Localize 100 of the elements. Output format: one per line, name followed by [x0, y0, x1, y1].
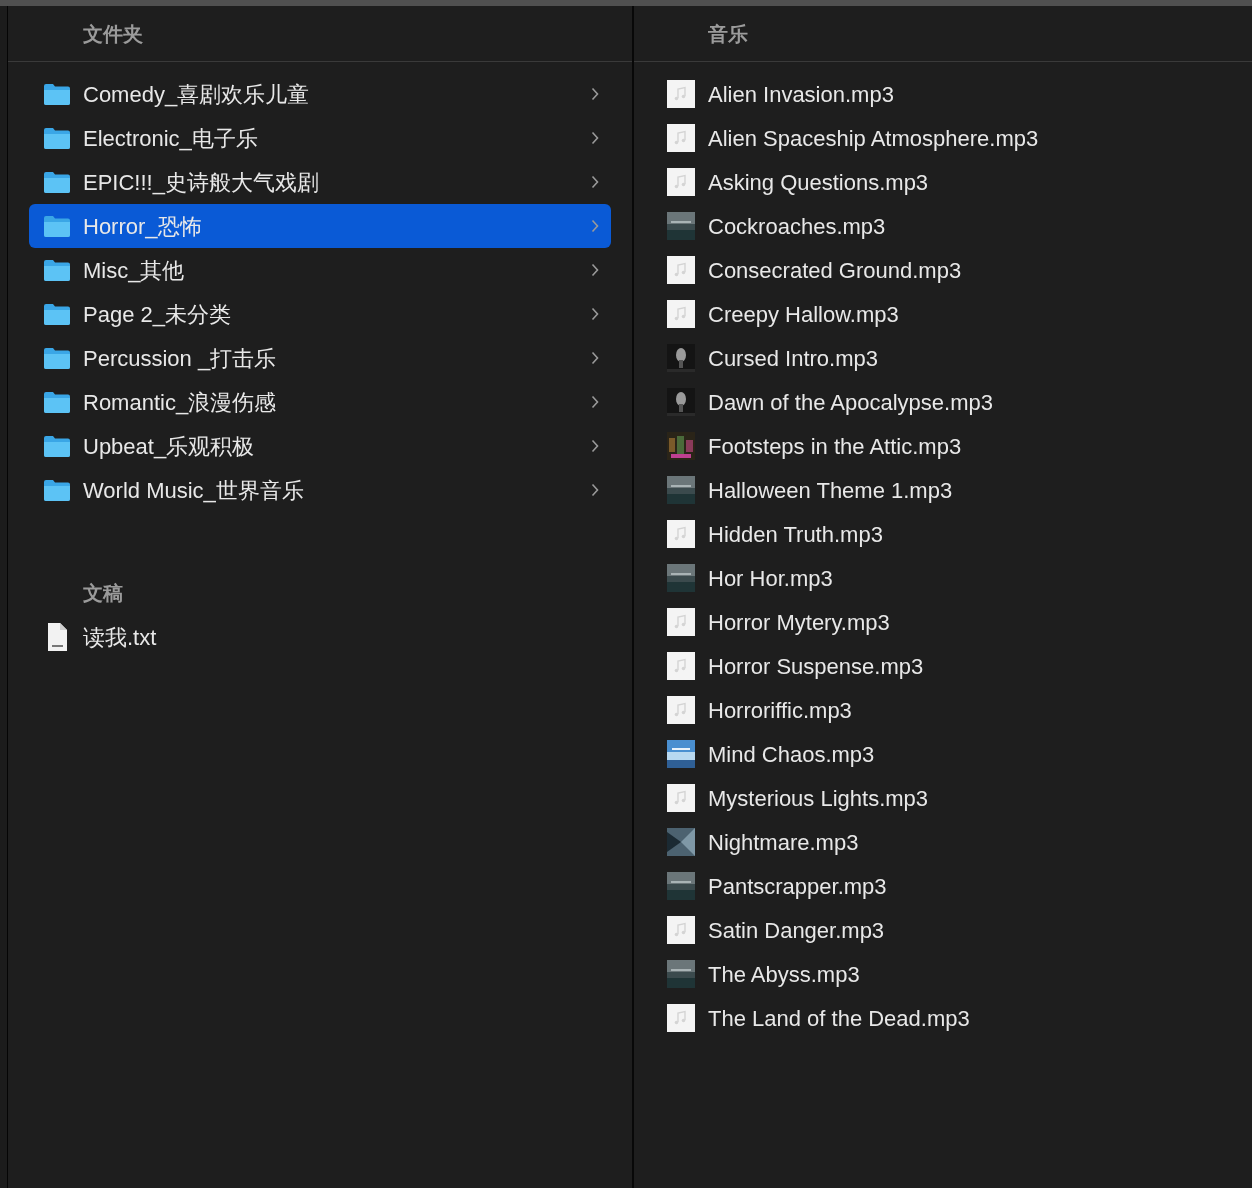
file-name: Asking Questions.mp3 — [708, 168, 929, 197]
folder-row[interactable]: Comedy_喜剧欢乐儿童 — [29, 72, 611, 116]
file-name: Hor Hor.mp3 — [708, 564, 833, 593]
file-row[interactable]: Consecrated Ground.mp3 — [634, 248, 1252, 292]
folder-icon — [43, 258, 71, 282]
file-row[interactable]: Hidden Truth.mp3 — [634, 512, 1252, 556]
folder-row[interactable]: Romantic_浪漫伤感 — [29, 380, 611, 424]
file-name: Mind Chaos.mp3 — [708, 740, 875, 769]
chevron-right-icon — [591, 87, 599, 101]
file-name: Alien Invasion.mp3 — [708, 80, 894, 109]
file-row[interactable]: Alien Spaceship Atmosphere.mp3 — [634, 116, 1252, 160]
chevron-right-icon — [591, 439, 599, 453]
file-name: Horror Suspense.mp3 — [708, 652, 924, 681]
music-file-icon — [667, 608, 695, 636]
file-row[interactable]: Halloween Theme 1.mp3 — [634, 468, 1252, 512]
chevron-right-icon — [591, 395, 599, 409]
item-name: Upbeat_乐观积极 — [83, 432, 256, 461]
folder-icon — [43, 346, 71, 370]
item-name: World Music_世界音乐 — [83, 476, 305, 505]
chevron-right-icon — [591, 175, 599, 189]
file-row[interactable]: Mind Chaos.mp3 — [634, 732, 1252, 776]
file-row[interactable]: Cockroaches.mp3 — [634, 204, 1252, 248]
file-row[interactable]: Satin Danger.mp3 — [634, 908, 1252, 952]
music-file-icon — [667, 124, 695, 152]
music-file-icon — [667, 80, 695, 108]
column-header: 文件夹 — [83, 21, 143, 47]
file-name: Horror Mytery.mp3 — [708, 608, 890, 637]
music-file-icon — [667, 696, 695, 724]
item-name: Electronic_电子乐 — [83, 124, 259, 153]
file-row[interactable]: Horror Suspense.mp3 — [634, 644, 1252, 688]
folder-row[interactable]: Electronic_电子乐 — [29, 116, 611, 160]
section-header: 文稿 — [83, 581, 123, 606]
folder-row[interactable]: Percussion _打击乐 — [29, 336, 611, 380]
file-name: The Land of the Dead.mp3 — [708, 1004, 970, 1033]
file-row[interactable]: Footsteps in the Attic.mp3 — [634, 424, 1252, 468]
chevron-right-icon — [591, 263, 599, 277]
chevron-right-icon — [591, 131, 599, 145]
file-row[interactable]: Pantscrapper.mp3 — [634, 864, 1252, 908]
file-row[interactable]: Nightmare.mp3 — [634, 820, 1252, 864]
file-name: Halloween Theme 1.mp3 — [708, 476, 953, 505]
folder-row[interactable]: Misc_其他 — [29, 248, 611, 292]
file-name: Cockroaches.mp3 — [708, 212, 886, 241]
file-row[interactable]: Alien Invasion.mp3 — [634, 72, 1252, 116]
folder-row[interactable]: Upbeat_乐观积极 — [29, 424, 611, 468]
music-file-icon — [667, 520, 695, 548]
item-name: 读我.txt — [83, 623, 158, 652]
file-name: Pantscrapper.mp3 — [708, 872, 887, 901]
file-row[interactable]: Horroriffic.mp3 — [634, 688, 1252, 732]
file-name: The Abyss.mp3 — [708, 960, 860, 989]
music-file-icon — [667, 1004, 695, 1032]
music-file-icon — [667, 916, 695, 944]
file-row[interactable]: Mysterious Lights.mp3 — [634, 776, 1252, 820]
folder-icon — [43, 302, 71, 326]
file-row[interactable]: Asking Questions.mp3 — [634, 160, 1252, 204]
file-row[interactable]: Horror Mytery.mp3 — [634, 600, 1252, 644]
item-name: Romantic_浪漫伤感 — [83, 388, 278, 417]
folder-icon — [43, 434, 71, 458]
item-name: Page 2_未分类 — [83, 300, 232, 329]
chevron-right-icon — [591, 351, 599, 365]
music-file-icon — [667, 784, 695, 812]
folder-icon — [43, 170, 71, 194]
item-name: Horror_恐怖 — [83, 212, 203, 241]
folder-row[interactable]: 读我.txt — [29, 615, 611, 659]
music-file-icon — [667, 256, 695, 284]
folder-icon — [43, 126, 71, 150]
chevron-right-icon — [591, 219, 599, 233]
file-row[interactable]: The Abyss.mp3 — [634, 952, 1252, 996]
item-name: Percussion _打击乐 — [83, 344, 278, 373]
file-row[interactable]: Creepy Hallow.mp3 — [634, 292, 1252, 336]
file-row[interactable]: Dawn of the Apocalypse.mp3 — [634, 380, 1252, 424]
music-file-icon — [667, 168, 695, 196]
file-name: Cursed Intro.mp3 — [708, 344, 878, 373]
folder-icon — [43, 82, 71, 106]
folder-row[interactable]: Page 2_未分类 — [29, 292, 611, 336]
file-name: Alien Spaceship Atmosphere.mp3 — [708, 124, 1039, 153]
item-name: Misc_其他 — [83, 256, 186, 285]
file-name: Horroriffic.mp3 — [708, 696, 852, 725]
file-name: Footsteps in the Attic.mp3 — [708, 432, 962, 461]
folder-icon — [43, 214, 71, 238]
file-name: Creepy Hallow.mp3 — [708, 300, 899, 329]
folder-icon — [43, 390, 71, 414]
folder-icon — [43, 478, 71, 502]
music-file-icon — [667, 300, 695, 328]
file-name: Dawn of the Apocalypse.mp3 — [708, 388, 993, 417]
folder-row[interactable]: World Music_世界音乐 — [29, 468, 611, 512]
file-name: Hidden Truth.mp3 — [708, 520, 883, 549]
folder-row[interactable]: EPIC!!!_史诗般大气戏剧 — [29, 160, 611, 204]
column-header: 音乐 — [708, 21, 748, 47]
chevron-right-icon — [591, 307, 599, 321]
file-row[interactable]: Hor Hor.mp3 — [634, 556, 1252, 600]
file-name: Nightmare.mp3 — [708, 828, 859, 857]
music-file-icon — [667, 652, 695, 680]
file-row[interactable]: Cursed Intro.mp3 — [634, 336, 1252, 380]
file-row[interactable]: The Land of the Dead.mp3 — [634, 996, 1252, 1040]
item-name: Comedy_喜剧欢乐儿童 — [83, 80, 311, 109]
chevron-right-icon — [591, 483, 599, 497]
file-name: Mysterious Lights.mp3 — [708, 784, 929, 813]
file-name: Satin Danger.mp3 — [708, 916, 885, 945]
folder-row[interactable]: Horror_恐怖 — [29, 204, 611, 248]
file-name: Consecrated Ground.mp3 — [708, 256, 962, 285]
